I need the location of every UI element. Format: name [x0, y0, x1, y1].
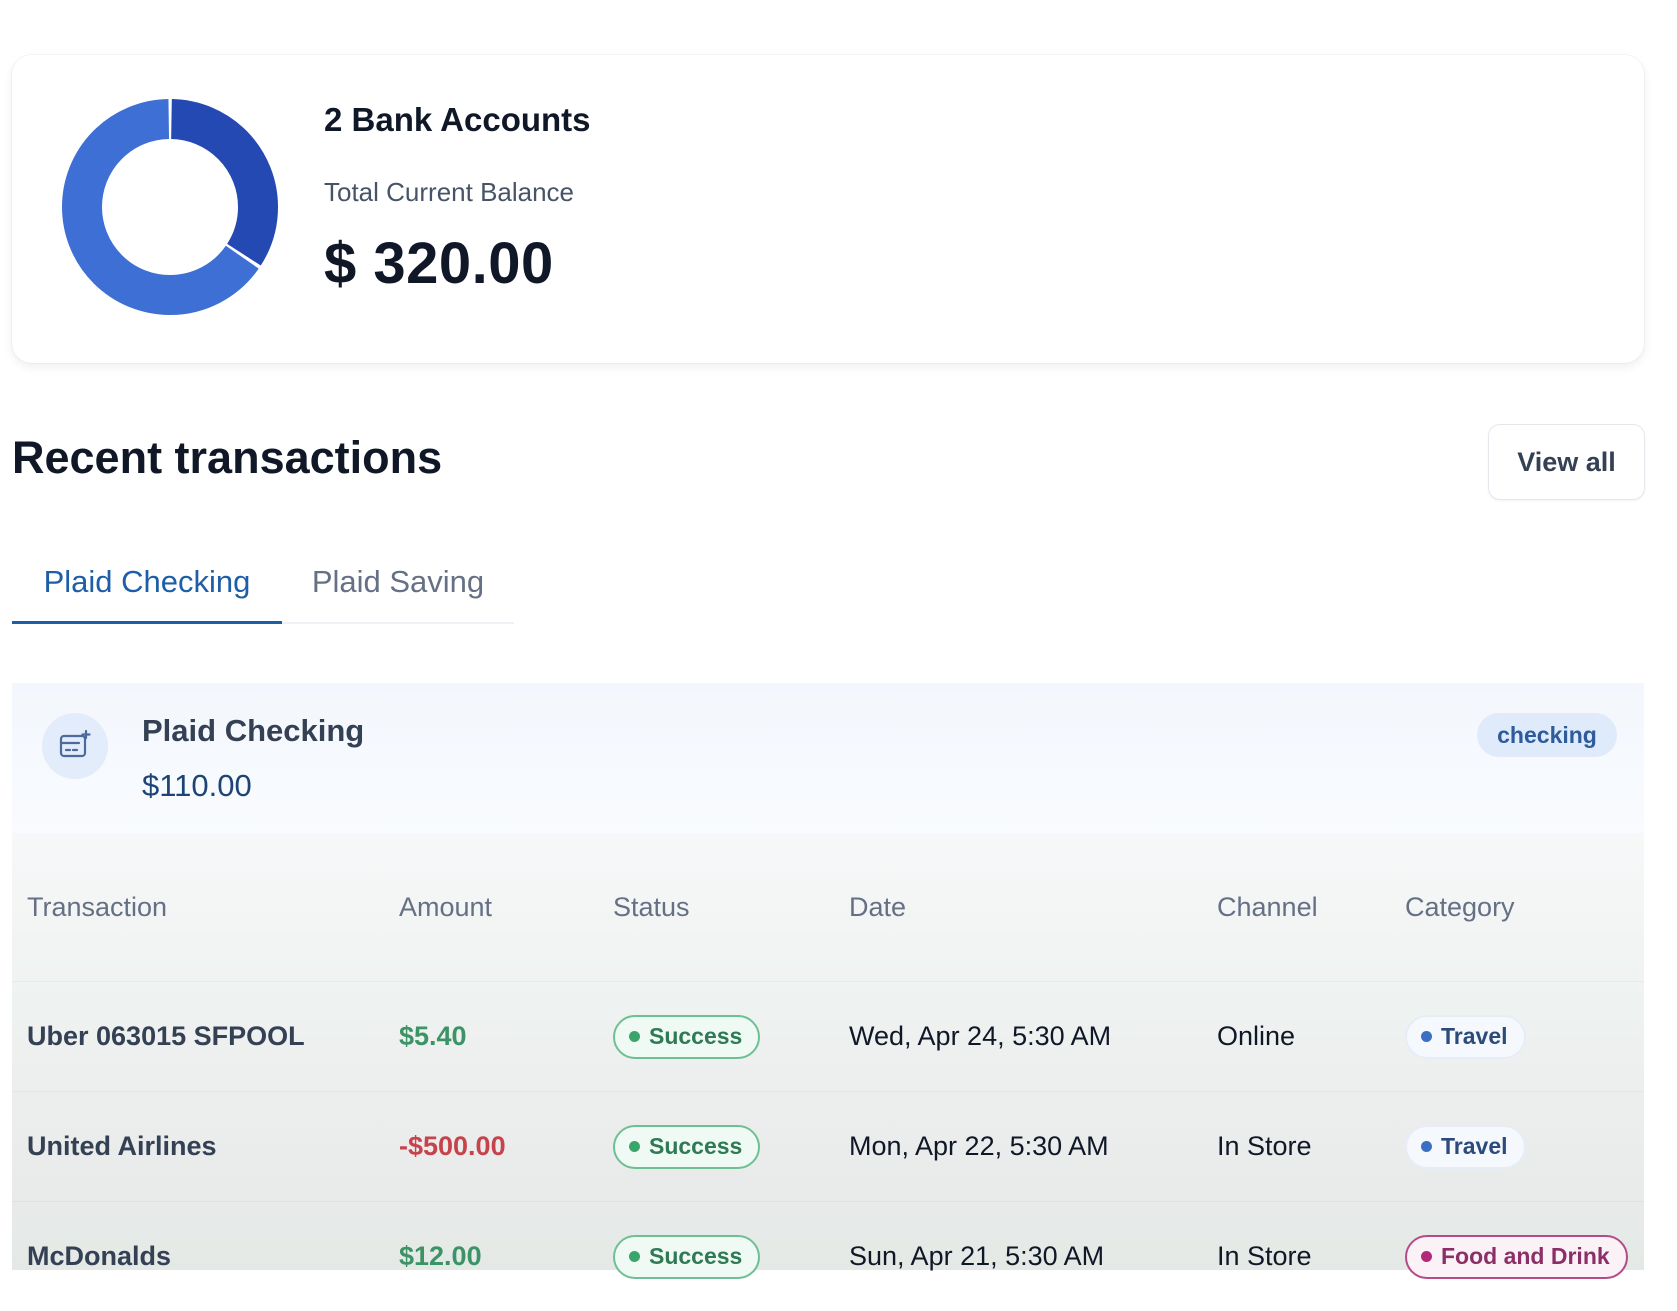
status-label: Success [649, 1133, 742, 1160]
transaction-name: United Airlines [12, 1092, 399, 1202]
status-cell: Success [613, 1202, 849, 1311]
transaction-channel: In Store [1217, 1202, 1405, 1311]
balance-summary: 2 Bank Accounts Total Current Balance $ … [324, 101, 591, 297]
transaction-date: Sun, Apr 21, 5:30 AM [849, 1202, 1217, 1311]
status-label: Success [649, 1023, 742, 1050]
column-header-date: Date [849, 833, 1217, 982]
category-dot-icon [1421, 1031, 1432, 1042]
category-badge: Travel [1405, 1125, 1526, 1169]
total-balance-value: $ 320.00 [324, 230, 591, 297]
category-dot-icon [1421, 1251, 1432, 1262]
account-summary-strip: Plaid Checking $110.00 checking [12, 683, 1644, 833]
table-header-row: Transaction Amount Status Date Channel C… [12, 833, 1644, 982]
table-row[interactable]: Uber 063015 SFPOOL $5.40 Success Wed, Ap… [12, 982, 1644, 1092]
account-type-badge: checking [1477, 713, 1617, 757]
category-badge: Travel [1405, 1015, 1526, 1059]
status-dot-icon [629, 1141, 640, 1152]
category-cell: Travel [1405, 982, 1644, 1092]
transactions-table-container: Transaction Amount Status Date Channel C… [12, 833, 1644, 1270]
status-badge: Success [613, 1235, 760, 1279]
column-header-status: Status [613, 833, 849, 982]
total-balance-label: Total Current Balance [324, 177, 591, 208]
status-label: Success [649, 1243, 742, 1270]
account-balance: $110.00 [142, 768, 252, 804]
table-row[interactable]: McDonalds $12.00 Success Sun, Apr 21, 5:… [12, 1202, 1644, 1311]
transaction-channel: In Store [1217, 1092, 1405, 1202]
view-all-button[interactable]: View all [1488, 424, 1645, 500]
transaction-date: Wed, Apr 24, 5:30 AM [849, 982, 1217, 1092]
category-badge: Food and Drink [1405, 1235, 1628, 1279]
balance-donut-chart [60, 97, 280, 317]
status-cell: Success [613, 982, 849, 1092]
column-header-category: Category [1405, 833, 1644, 982]
transaction-amount: -$500.00 [399, 1092, 613, 1202]
category-cell: Food and Drink [1405, 1202, 1644, 1311]
status-badge: Success [613, 1125, 760, 1169]
transaction-amount: $5.40 [399, 982, 613, 1092]
category-label: Travel [1441, 1133, 1508, 1160]
account-name: Plaid Checking [142, 713, 364, 749]
table-row[interactable]: United Airlines -$500.00 Success Mon, Ap… [12, 1092, 1644, 1202]
status-dot-icon [629, 1031, 640, 1042]
tab-plaid-saving[interactable]: Plaid Saving [282, 548, 514, 622]
total-balance-card: 2 Bank Accounts Total Current Balance $ … [12, 55, 1644, 363]
status-cell: Success [613, 1092, 849, 1202]
tab-plaid-checking[interactable]: Plaid Checking [12, 548, 282, 624]
transaction-amount: $12.00 [399, 1202, 613, 1311]
status-dot-icon [629, 1251, 640, 1262]
column-header-channel: Channel [1217, 833, 1405, 982]
bank-accounts-count: 2 Bank Accounts [324, 101, 591, 139]
recent-transactions-title: Recent transactions [12, 432, 442, 484]
transaction-channel: Online [1217, 982, 1405, 1092]
category-label: Food and Drink [1441, 1243, 1610, 1270]
category-label: Travel [1441, 1023, 1508, 1050]
category-cell: Travel [1405, 1092, 1644, 1202]
transaction-name: Uber 063015 SFPOOL [12, 982, 399, 1092]
account-tabs: Plaid Checking Plaid Saving [12, 548, 514, 624]
transaction-date: Mon, Apr 22, 5:30 AM [849, 1092, 1217, 1202]
transactions-table: Transaction Amount Status Date Channel C… [12, 833, 1644, 1311]
category-dot-icon [1421, 1141, 1432, 1152]
status-badge: Success [613, 1015, 760, 1059]
column-header-transaction: Transaction [12, 833, 399, 982]
card-plus-icon [42, 713, 108, 779]
column-header-amount: Amount [399, 833, 613, 982]
transaction-name: McDonalds [12, 1202, 399, 1311]
